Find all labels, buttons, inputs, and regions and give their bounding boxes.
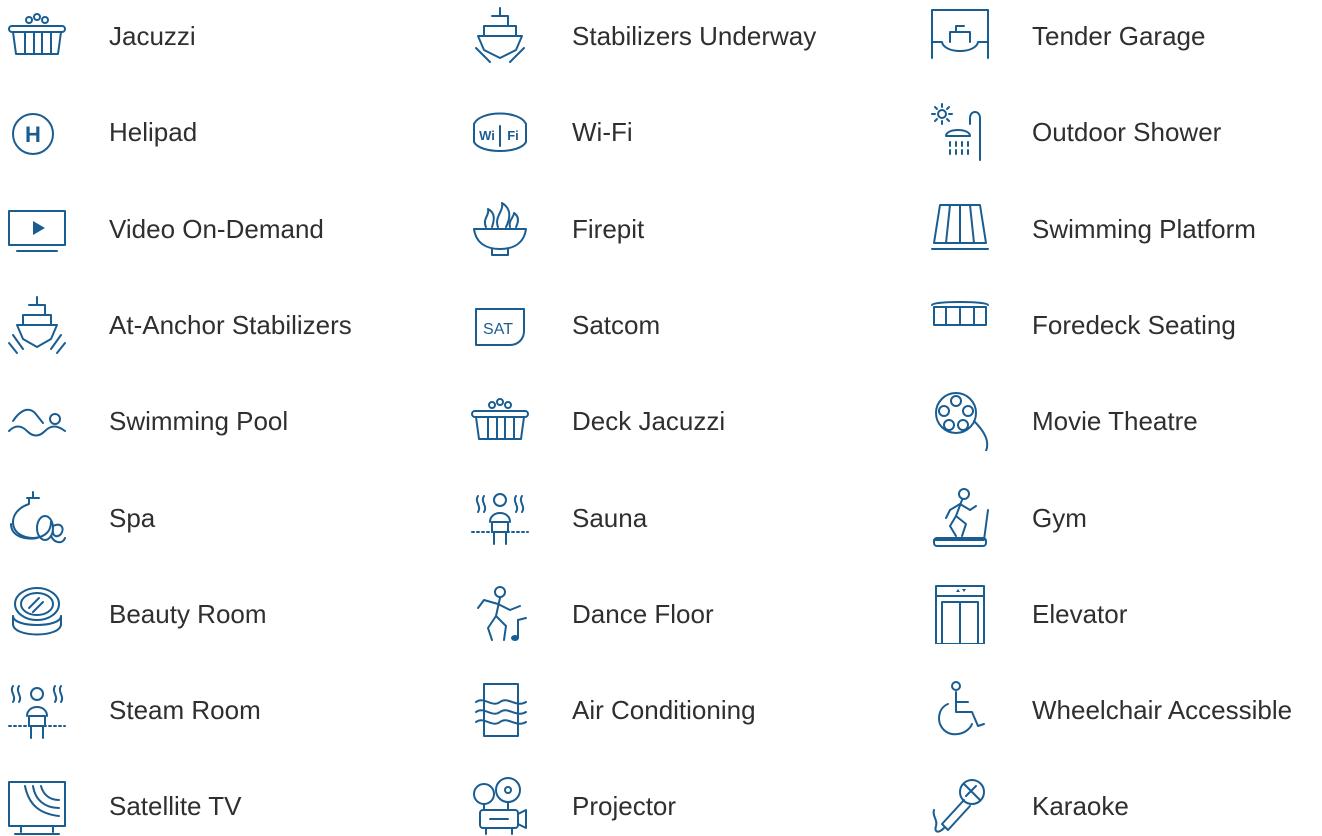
air-conditioning-icon [469,680,531,740]
amenity-label: Jacuzzi [109,21,196,51]
svg-text:Wi: Wi [479,128,495,143]
swimming-pool-icon [6,391,68,451]
amenity-item: Tender Garage [929,6,1322,66]
amenity-label: Wheelchair Accessible [1032,695,1293,725]
amenity-label: Sauna [572,503,648,533]
dance-floor-icon [469,584,531,644]
gym-icon [929,488,991,548]
amenity-label: Projector [572,791,677,821]
amenity-item: Sauna [469,488,909,548]
amenity-label: Steam Room [109,695,261,725]
amenity-item: SAT Satcom [469,295,909,355]
amenity-item: Firepit [469,199,909,259]
amenity-item: Jacuzzi [6,6,446,66]
swimming-platform-icon [929,199,991,259]
amenity-label: Stabilizers Underway [572,21,817,51]
amenity-item: Steam Room [6,680,446,740]
amenity-label: Dance Floor [572,599,714,629]
karaoke-icon [929,776,991,836]
amenity-item: Satellite TV [6,776,446,836]
amenity-label: Elevator [1032,599,1128,629]
satcom-icon: SAT [469,295,531,355]
stabilizers-underway-icon [469,6,531,66]
spa-icon [6,488,68,548]
amenity-label: Outdoor Shower [1032,117,1222,147]
satellite-tv-icon [6,776,68,836]
deck-jacuzzi-icon [469,391,531,451]
amenity-label: Swimming Pool [109,406,289,436]
wheelchair-accessible-icon [929,680,991,740]
amenity-item: Swimming Platform [929,199,1322,259]
video-on-demand-icon [6,199,68,259]
amenity-label: Firepit [572,214,645,244]
firepit-icon [469,199,531,259]
elevator-icon [929,584,991,644]
foredeck-seating-icon [929,295,991,355]
amenity-label: Tender Garage [1032,21,1206,51]
amenity-item: Wheelchair Accessible [929,680,1322,740]
amenity-label: Beauty Room [109,599,267,629]
amenity-label: Swimming Platform [1032,214,1256,244]
movie-theatre-icon [929,391,991,451]
amenity-label: Foredeck Seating [1032,310,1236,340]
svg-text:Fi: Fi [507,128,519,143]
wifi-icon: Wi Fi [469,102,531,162]
sauna-icon [469,488,531,548]
svg-text:H: H [25,122,41,147]
amenity-label: Air Conditioning [572,695,756,725]
steam-room-icon [6,680,68,740]
amenity-item: H Helipad [6,102,446,162]
amenity-item: Foredeck Seating [929,295,1322,355]
amenity-item: At-Anchor Stabilizers [6,295,446,355]
amenity-label: Video On-Demand [109,214,324,244]
amenity-label: Gym [1032,503,1087,533]
amenity-item: Air Conditioning [469,680,909,740]
svg-text:SAT: SAT [483,321,513,338]
amenity-item: Deck Jacuzzi [469,391,909,451]
amenity-item: Elevator [929,584,1322,644]
amenity-item: Projector [469,776,909,836]
jacuzzi-icon [6,6,68,66]
amenity-item: Video On-Demand [6,199,446,259]
tender-garage-icon [929,6,991,66]
amenities-grid: Jacuzzi H Helipad Video On-Demand At-Anch… [0,0,1322,833]
amenity-item: Karaoke [929,776,1322,836]
amenity-item: Outdoor Shower [929,102,1322,162]
at-anchor-stabilizers-icon [6,295,68,355]
amenity-label: Satellite TV [109,791,242,821]
amenity-label: Satcom [572,310,661,340]
amenity-item: Wi Fi Wi-Fi [469,102,909,162]
amenity-label: Karaoke [1032,791,1129,821]
amenity-item: Stabilizers Underway [469,6,909,66]
helipad-icon: H [6,102,68,162]
amenity-label: Wi-Fi [572,117,633,147]
amenity-label: At-Anchor Stabilizers [109,310,352,340]
amenity-label: Spa [109,503,156,533]
amenity-label: Movie Theatre [1032,406,1198,436]
projector-icon [469,776,531,836]
amenity-item: Gym [929,488,1322,548]
amenity-item: Swimming Pool [6,391,446,451]
outdoor-shower-icon [929,102,991,162]
amenity-label: Helipad [109,117,198,147]
beauty-room-icon [6,584,68,644]
amenity-item: Dance Floor [469,584,909,644]
amenity-item: Beauty Room [6,584,446,644]
amenity-item: Movie Theatre [929,391,1322,451]
amenity-label: Deck Jacuzzi [572,406,726,436]
amenity-item: Spa [6,488,446,548]
